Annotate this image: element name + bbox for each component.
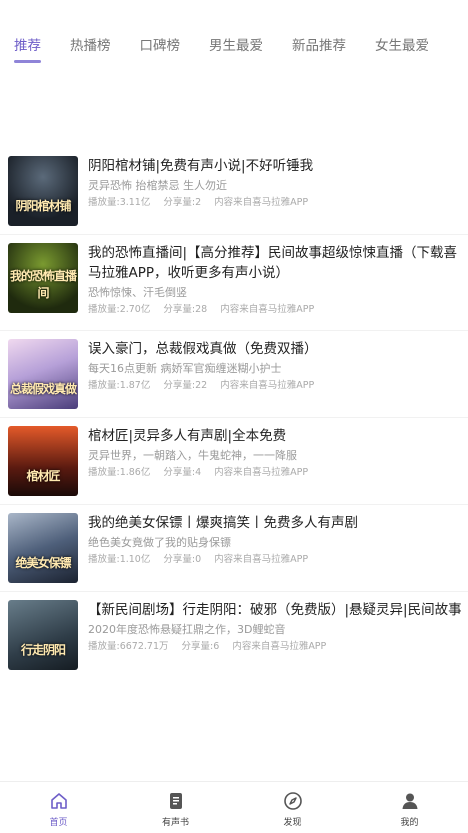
book-title: 阴阳棺材铺|免费有声小说|不好听锤我	[88, 158, 314, 174]
book-info: 阴阳棺材铺|免费有声小说|不好听锤我 灵异恐怖 抬棺禁忌 生人勿近 播放量:3.…	[88, 156, 466, 210]
book-meta: 播放量:6672.71万 分享量:6 内容来自喜马拉雅APP	[88, 640, 466, 654]
tab-label: 男生最爱	[209, 38, 263, 54]
content-source: 内容来自喜马拉雅APP	[214, 197, 309, 208]
content-source: 内容来自喜马拉雅APP	[220, 304, 315, 315]
nav-label: 我的	[400, 818, 419, 828]
book-meta: 播放量:1.10亿 分享量:0 内容来自喜马拉雅APP	[88, 553, 466, 567]
share-count: 分享量:4	[163, 467, 202, 478]
nav-label: 有声书	[161, 818, 189, 828]
book-info: 我的恐怖直播间|【高分推荐】民间故事超级惊悚直播（下载喜马拉雅APP，收听更多有…	[88, 243, 466, 317]
list-item[interactable]: 绝美女保镖 我的绝美女保镖丨爆爽搞笑丨免费多人有声剧 绝色美女竟做了我的贴身保镖…	[0, 505, 468, 592]
bottom-navigation: 首页 有声书 发现 我的	[0, 781, 468, 833]
book-title: 棺材匠|灵异多人有声剧|全本免费	[88, 428, 287, 444]
nav-discover[interactable]: 发现	[234, 782, 351, 833]
list-item[interactable]: 我的恐怖直播间 我的恐怖直播间|【高分推荐】民间故事超级惊悚直播（下载喜马拉雅A…	[0, 235, 468, 331]
book-desc: 2020年度恐怖悬疑扛鼎之作，3D鲤蛇音	[88, 623, 286, 636]
tab-hot[interactable]: 热播榜	[70, 0, 111, 70]
book-cover: 阴阳棺材铺	[8, 156, 78, 226]
book-meta: 播放量:1.86亿 分享量:4 内容来自喜马拉雅APP	[88, 466, 466, 480]
book-title: 误入豪门，总裁假戏真做（免费双播）	[88, 341, 318, 357]
book-list: 阴阳棺材铺 阴阳棺材铺|免费有声小说|不好听锤我 灵异恐怖 抬棺禁忌 生人勿近 …	[0, 148, 468, 679]
nav-profile[interactable]: 我的	[351, 782, 468, 833]
tab-reputation[interactable]: 口碑榜	[140, 0, 181, 70]
play-count: 播放量:2.70亿	[88, 304, 151, 315]
book-info: 误入豪门，总裁假戏真做（免费双播） 每天16点更新 病娇军官痴缠迷糊小护士 播放…	[88, 339, 466, 393]
share-count: 分享量:2	[163, 197, 202, 208]
book-meta: 播放量:1.87亿 分享量:22 内容来自喜马拉雅APP	[88, 379, 466, 393]
play-count: 播放量:3.11亿	[88, 197, 151, 208]
cover-title: 行走阴阳	[20, 643, 66, 657]
tab-male-favorite[interactable]: 男生最爱	[209, 0, 263, 70]
content-source: 内容来自喜马拉雅APP	[214, 467, 309, 478]
book-title: 我的恐怖直播间|【高分推荐】民间故事超级惊悚直播（下载喜马拉雅APP，收听更多有…	[88, 245, 458, 281]
cover-title: 阴阳棺材铺	[15, 199, 71, 213]
book-cover: 总裁假戏真做	[8, 339, 78, 409]
tab-new[interactable]: 新品推荐	[292, 0, 346, 70]
share-count: 分享量:0	[163, 554, 202, 565]
list-item[interactable]: 阴阳棺材铺 阴阳棺材铺|免费有声小说|不好听锤我 灵异恐怖 抬棺禁忌 生人勿近 …	[0, 148, 468, 235]
content-source: 内容来自喜马拉雅APP	[220, 380, 315, 391]
book-desc: 每天16点更新 病娇军官痴缠迷糊小护士	[88, 362, 282, 375]
book-cover: 我的恐怖直播间	[8, 243, 78, 313]
book-cover: 绝美女保镖	[8, 513, 78, 583]
book-title: 【新民间剧场】行走阴阳：破邪（免费版）|悬疑灵异|民间故事	[88, 602, 462, 618]
tab-recommend[interactable]: 推荐	[14, 0, 41, 70]
share-count: 分享量:6	[181, 641, 220, 652]
tab-label: 推荐	[14, 38, 41, 54]
cover-title: 我的恐怖直播间	[9, 269, 77, 300]
category-tabs: 推荐 热播榜 口碑榜 男生最爱 新品推荐 女生最爱	[0, 0, 468, 70]
cover-title: 总裁假戏真做	[9, 382, 77, 396]
book-cover: 行走阴阳	[8, 600, 78, 670]
user-icon	[399, 790, 421, 812]
book-icon	[165, 790, 187, 812]
tab-female-favorite[interactable]: 女生最爱	[375, 0, 429, 70]
book-cover: 棺材匠	[8, 426, 78, 496]
home-icon	[48, 790, 70, 812]
tab-label: 新品推荐	[292, 38, 346, 54]
book-desc: 绝色美女竟做了我的贴身保镖	[88, 536, 231, 549]
play-count: 播放量:1.87亿	[88, 380, 151, 391]
nav-home[interactable]: 首页	[0, 782, 117, 833]
book-meta: 播放量:2.70亿 分享量:28 内容来自喜马拉雅APP	[88, 303, 466, 317]
compass-icon	[282, 790, 304, 812]
tab-label: 口碑榜	[139, 38, 181, 54]
tab-label: 热播榜	[70, 38, 111, 54]
content-source: 内容来自喜马拉雅APP	[232, 641, 327, 652]
book-title: 我的绝美女保镖丨爆爽搞笑丨免费多人有声剧	[88, 515, 358, 531]
tab-active-underline	[14, 60, 41, 63]
book-info: 【新民间剧场】行走阴阳：破邪（免费版）|悬疑灵异|民间故事 2020年度恐怖悬疑…	[88, 600, 466, 654]
list-item[interactable]: 棺材匠 棺材匠|灵异多人有声剧|全本免费 灵异世界，一朝踏入，牛鬼蛇神，一一降服…	[0, 418, 468, 505]
cover-title: 棺材匠	[26, 469, 60, 483]
book-info: 我的绝美女保镖丨爆爽搞笑丨免费多人有声剧 绝色美女竟做了我的贴身保镖 播放量:1…	[88, 513, 466, 567]
tab-label: 女生最爱	[375, 38, 429, 54]
list-item[interactable]: 行走阴阳 【新民间剧场】行走阴阳：破邪（免费版）|悬疑灵异|民间故事 2020年…	[0, 592, 468, 679]
play-count: 播放量:6672.71万	[88, 641, 169, 652]
play-count: 播放量:1.10亿	[88, 554, 151, 565]
nav-label: 首页	[49, 818, 68, 828]
book-desc: 灵异世界，一朝踏入，牛鬼蛇神，一一降服	[88, 449, 297, 462]
play-count: 播放量:1.86亿	[88, 467, 151, 478]
book-info: 棺材匠|灵异多人有声剧|全本免费 灵异世界，一朝踏入，牛鬼蛇神，一一降服 播放量…	[88, 426, 466, 480]
content-source: 内容来自喜马拉雅APP	[214, 554, 309, 565]
share-count: 分享量:28	[163, 304, 208, 315]
nav-label: 发现	[283, 818, 302, 828]
cover-title: 绝美女保镖	[15, 556, 71, 570]
book-meta: 播放量:3.11亿 分享量:2 内容来自喜马拉雅APP	[88, 196, 466, 210]
share-count: 分享量:22	[163, 380, 208, 391]
nav-audiobook[interactable]: 有声书	[117, 782, 234, 833]
list-item[interactable]: 总裁假戏真做 误入豪门，总裁假戏真做（免费双播） 每天16点更新 病娇军官痴缠迷…	[0, 331, 468, 418]
book-desc: 灵异恐怖 抬棺禁忌 生人勿近	[88, 179, 227, 192]
book-desc: 恐怖惊悚、汗毛倒竖	[88, 286, 187, 299]
